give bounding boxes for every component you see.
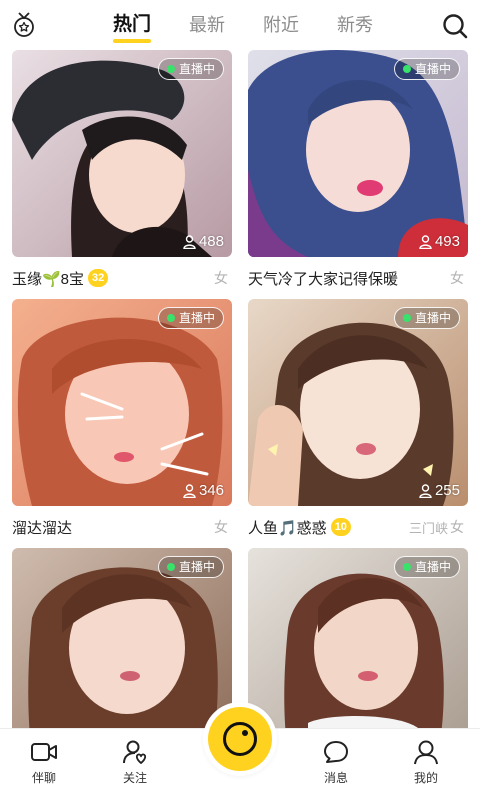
- viewer-count-value: 493: [434, 233, 460, 250]
- live-badge: 直播中: [157, 556, 224, 578]
- streamer-photo: [248, 50, 468, 257]
- live-dot-icon: [402, 65, 411, 73]
- stream-card: 直播中 255 人鱼🎵惑惑 10 三门峡 女: [248, 299, 468, 548]
- feed-tabs: 热门 最新 附近 新秀: [0, 0, 480, 50]
- viewer-count: 255: [419, 482, 460, 499]
- level-badge: 32: [88, 269, 109, 287]
- live-dot-icon: [166, 563, 175, 571]
- tab-hot[interactable]: 热门: [112, 0, 152, 50]
- nav-item-profile[interactable]: 我的: [396, 739, 456, 786]
- stream-card: 直播中 488 玉缘🌱8宝 32 女: [12, 50, 232, 299]
- person-icon: [183, 234, 196, 249]
- stream-thumbnail[interactable]: 直播中: [248, 548, 468, 755]
- stream-thumbnail[interactable]: 直播中: [12, 548, 232, 755]
- live-badge: 直播中: [157, 307, 224, 329]
- streamer-photo: [12, 548, 232, 755]
- level-badge: 10: [330, 518, 351, 536]
- streamer-photo: [248, 548, 468, 755]
- live-badge: 直播中: [393, 307, 460, 329]
- follow-heart-icon: [123, 740, 147, 764]
- live-badge-label: 直播中: [178, 311, 215, 325]
- live-badge-label: 直播中: [414, 560, 451, 574]
- stream-meta: 玉缘🌱8宝 32 女: [12, 257, 232, 299]
- live-badge-label: 直播中: [414, 62, 451, 76]
- profile-icon: [414, 740, 438, 765]
- live-dot-icon: [402, 314, 411, 322]
- nav-item-companion-chat[interactable]: 伴聊: [14, 739, 74, 786]
- live-badge: 直播中: [157, 58, 224, 80]
- stream-thumbnail[interactable]: 直播中 493: [248, 50, 468, 257]
- viewer-count: 493: [419, 233, 460, 250]
- person-icon: [183, 483, 196, 498]
- streamer-photo: [12, 50, 232, 257]
- go-live-button[interactable]: [208, 707, 272, 771]
- search-icon[interactable]: [442, 13, 468, 39]
- stream-thumbnail[interactable]: 直播中 346: [12, 299, 232, 506]
- live-badge: 直播中: [393, 58, 460, 80]
- live-badge-label: 直播中: [178, 560, 215, 574]
- nav-label: 我的: [413, 771, 438, 785]
- live-badge-label: 直播中: [414, 311, 451, 325]
- nav-label: 消息: [323, 771, 348, 785]
- streamer-name[interactable]: 天气冷了大家记得保暖: [248, 268, 398, 289]
- city-label: 三门峡: [408, 520, 448, 536]
- stream-card: 直播中 493 天气冷了大家记得保暖 女: [248, 50, 468, 299]
- viewer-count-value: 488: [198, 233, 224, 250]
- stream-card: 直播中 346 溜达溜达 女: [12, 299, 232, 548]
- live-dot-icon: [166, 314, 175, 322]
- stream-meta: 人鱼🎵惑惑 10 三门峡 女: [248, 506, 468, 548]
- person-icon: [419, 234, 432, 249]
- chat-bubble-icon: [324, 741, 348, 763]
- tab-newcomers[interactable]: 新秀: [337, 0, 373, 50]
- nav-label: 关注: [122, 771, 147, 785]
- streamer-name[interactable]: 玉缘🌱8宝: [12, 268, 84, 289]
- video-camera-icon: [31, 743, 57, 761]
- live-badge-label: 直播中: [178, 62, 215, 76]
- viewer-count-value: 255: [434, 482, 460, 499]
- bottom-nav: 伴聊 关注 消息 我的: [0, 707, 480, 800]
- streamer-photo: [12, 299, 232, 506]
- gender-label: 女: [450, 270, 464, 286]
- streamer-name[interactable]: 溜达溜达: [12, 517, 72, 538]
- person-icon: [419, 483, 432, 498]
- viewer-count-value: 346: [198, 482, 224, 499]
- viewer-count: 488: [183, 233, 224, 250]
- viewer-count: 346: [183, 482, 224, 499]
- stream-meta: 天气冷了大家记得保暖 女: [248, 257, 468, 299]
- live-dot-icon: [402, 563, 411, 571]
- gender-label: 女: [214, 519, 228, 535]
- gender-label: 女: [450, 519, 464, 535]
- camera-lens-icon: [223, 722, 257, 756]
- nav-label: 伴聊: [31, 771, 56, 785]
- stream-thumbnail[interactable]: 直播中 255: [248, 299, 468, 506]
- stream-thumbnail[interactable]: 直播中 488: [12, 50, 232, 257]
- live-stream-grid: 直播中 488 玉缘🌱8宝 32 女 直播中 493 天气冷了大家记得保暖 女 …: [12, 50, 468, 797]
- streamer-name[interactable]: 人鱼🎵惑惑: [248, 517, 327, 538]
- nav-item-follow[interactable]: 关注: [105, 739, 165, 786]
- live-badge: 直播中: [393, 556, 460, 578]
- top-bar: 热门 最新 附近 新秀: [0, 0, 480, 50]
- live-dot-icon: [166, 65, 175, 73]
- gender-label: 女: [214, 270, 228, 286]
- stream-meta: 溜达溜达 女: [12, 506, 232, 548]
- tab-nearby[interactable]: 附近: [263, 0, 299, 50]
- nav-item-messages[interactable]: 消息: [306, 739, 366, 786]
- streamer-photo: [248, 299, 468, 506]
- tab-latest[interactable]: 最新: [189, 0, 225, 50]
